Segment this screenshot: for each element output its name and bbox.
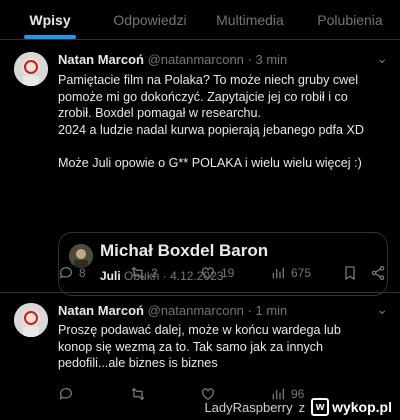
separator-dot: · bbox=[247, 303, 252, 318]
post-line: Proszę podawać dalej, może w końcu warde… bbox=[58, 323, 341, 337]
post-line: pedofili...ale biznes is biznes bbox=[58, 356, 218, 370]
reply-count: 8 bbox=[79, 266, 86, 280]
author-name[interactable]: Natan Marcoń bbox=[58, 303, 144, 318]
quoted-title: Michał Boxdel Baron bbox=[100, 241, 269, 260]
views-button[interactable]: 675 bbox=[270, 265, 311, 281]
tab-wpisy[interactable]: Wpisy bbox=[0, 0, 100, 39]
heart-icon bbox=[202, 267, 214, 280]
watermark-z: z bbox=[298, 399, 306, 415]
separator-dot: · bbox=[247, 52, 252, 67]
post-line: zrobił. Boxdel pomagał w researchu. bbox=[58, 106, 262, 120]
share-icon bbox=[371, 266, 385, 280]
avatar[interactable] bbox=[14, 52, 48, 86]
reply-icon bbox=[59, 267, 72, 279]
post-line bbox=[58, 138, 390, 155]
tab-odpowiedzi[interactable]: Odpowiedzi bbox=[100, 0, 200, 39]
author-handle[interactable]: @natanmarconn bbox=[148, 52, 244, 67]
tab-multimedia[interactable]: Multimedia bbox=[200, 0, 300, 39]
repost-count: 2 bbox=[151, 266, 158, 280]
more-options-icon[interactable]: ⌄ bbox=[376, 301, 388, 318]
reply-button[interactable] bbox=[58, 386, 79, 402]
post-line: 2024 a ludzie nadal kurwa popierają jeba… bbox=[58, 122, 364, 137]
bookmark-icon bbox=[345, 266, 355, 281]
quoted-post[interactable]: Michał Boxdel Baron Juli Obukh · 4.12.20… bbox=[58, 232, 388, 296]
watermark: LadyRaspberry z w wykop.pl bbox=[204, 398, 392, 416]
share-button[interactable] bbox=[370, 265, 386, 281]
repost-icon bbox=[131, 266, 145, 280]
post-text: Proszę podawać dalej, może w końcu warde… bbox=[58, 322, 390, 372]
views-count: 675 bbox=[291, 266, 312, 280]
profile-tabs: Wpisy Odpowiedzi Multimedia Polubienia bbox=[0, 0, 400, 40]
author-handle[interactable]: @natanmarconn bbox=[148, 303, 244, 318]
post-header: Natan Marcoń @natanmarconn · 3 min bbox=[58, 52, 287, 67]
watermark-site: wykop.pl bbox=[332, 399, 392, 415]
author-name[interactable]: Natan Marcoń bbox=[58, 52, 144, 67]
wykop-logo: w wykop.pl bbox=[311, 398, 392, 416]
post-header: Natan Marcoń @natanmarconn · 1 min bbox=[58, 303, 287, 318]
like-button[interactable]: 19 bbox=[200, 265, 234, 281]
repost-button[interactable] bbox=[130, 386, 151, 402]
views-icon bbox=[272, 267, 284, 279]
avatar[interactable] bbox=[14, 303, 48, 337]
repost-icon bbox=[131, 387, 145, 401]
post-line: Pamiętacie film na Polaka? To może niech… bbox=[58, 73, 359, 87]
more-options-icon[interactable]: ⌄ bbox=[376, 50, 388, 67]
post-time[interactable]: 3 min bbox=[256, 52, 288, 67]
post-1[interactable]: Natan Marcoń @natanmarconn · 3 min ⌄ Pam… bbox=[0, 40, 400, 296]
tab-polubienia[interactable]: Polubienia bbox=[300, 0, 400, 39]
post-line: pomoże mi go dokończyć. Zapytajcie jej c… bbox=[58, 89, 348, 104]
post-actions: 8 2 19 675 bbox=[58, 265, 390, 285]
post-line: Może Juli opowie o G** POLAKA i wielu wi… bbox=[58, 155, 362, 170]
repost-button[interactable]: 2 bbox=[130, 265, 158, 281]
bookmark-button[interactable] bbox=[342, 265, 358, 281]
post-time[interactable]: 1 min bbox=[256, 303, 288, 318]
like-count: 19 bbox=[221, 266, 235, 280]
post-line: konop się wezmą za to. Tak samo jak za i… bbox=[58, 339, 324, 354]
wykop-icon: w bbox=[311, 398, 330, 416]
watermark-user: LadyRaspberry bbox=[204, 399, 293, 415]
reply-icon bbox=[59, 388, 72, 400]
post-text: Pamiętacie film na Polaka? To może niech… bbox=[58, 72, 390, 171]
reply-button[interactable]: 8 bbox=[58, 265, 86, 281]
